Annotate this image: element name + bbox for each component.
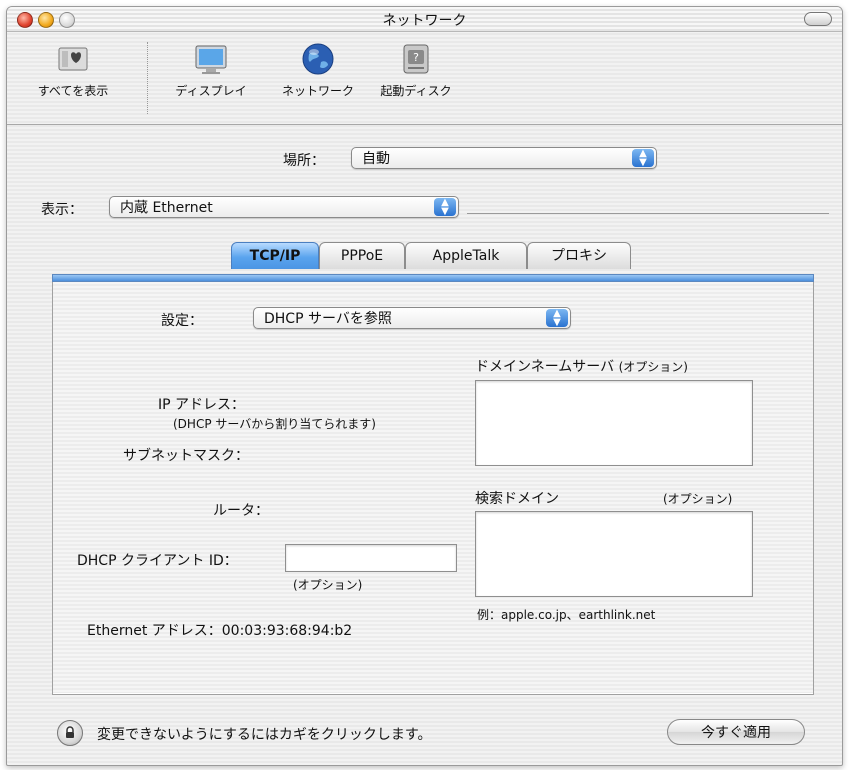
popup-arrows-icon: ▲ ▼ [434,198,456,217]
router-label: ルータ： [213,503,269,519]
toolbar-item-label: ネットワーク [281,84,354,98]
startup-disk-icon: ? [399,42,433,76]
lock-icon [66,726,74,738]
toolbar-item-network[interactable]: ネットワーク [265,42,371,99]
window-title: ネットワーク [382,13,467,29]
dns-label-text: ドメインネームサーバ [475,359,615,375]
dns-field[interactable] [475,380,753,466]
title-bar: ネットワーク [7,7,842,32]
search-domain-field[interactable] [475,511,753,597]
ethernet-address-label: Ethernet アドレス： [87,623,222,639]
show-divider [467,213,829,214]
toolbar-toggle-button[interactable] [804,12,832,26]
network-globe-icon [301,42,335,76]
toolbar-item-startup-disk[interactable]: ? 起動ディスク [371,42,461,99]
ip-address-note: (DHCP サーバから割り当てられます) [173,417,376,431]
toolbar-separator [147,42,148,114]
apply-now-button[interactable]: 今すぐ適用 [667,719,805,745]
dhcp-client-id-field[interactable] [285,544,457,572]
search-domain-label: 検索ドメイン [475,491,559,507]
show-popup[interactable]: 内蔵 Ethernet ▲ ▼ [109,196,459,218]
tab-proxy[interactable]: プロキシ [527,242,631,269]
network-preferences-window: ネットワーク すべてを表示 ディスプレイ ネットワーク ? 起動ディスク 場所：… [6,6,843,766]
ethernet-address-value: 00:03:93:68:94:b2 [221,623,353,639]
location-popup[interactable]: 自動 ▲ ▼ [351,147,657,169]
configure-popup[interactable]: DHCP サーバを参照 ▲ ▼ [253,307,571,329]
dns-label: ドメインネームサーバ (オプション) [475,356,688,376]
toolbar-item-label: すべてを表示 [37,84,109,98]
show-value: 内蔵 Ethernet [120,200,213,216]
toolbar-item-display[interactable]: ディスプレイ [155,42,267,99]
popup-arrows-icon: ▲ ▼ [632,149,654,168]
location-value: 自動 [362,151,390,167]
tcpip-panel: 設定： DHCP サーバを参照 ▲ ▼ ドメインネームサーバ (オプション) IP… [52,282,814,695]
tab-pppoe[interactable]: PPPoE [319,242,405,269]
configure-label: 設定： [161,313,203,329]
lock-button[interactable] [57,720,83,746]
tab-appletalk[interactable]: AppleTalk [405,242,527,269]
configure-value: DHCP サーバを参照 [264,311,392,327]
show-all-icon [56,42,90,76]
ip-address-label: IP アドレス： [158,397,246,413]
search-domain-example: 例：apple.co.jp、earthlink.net [477,608,656,622]
search-domain-optional: (オプション) [663,492,733,506]
svg-text:?: ? [413,51,419,64]
display-icon [194,42,228,76]
toolbar-item-label: ディスプレイ [175,84,247,98]
toolbar-item-show-all[interactable]: すべてを表示 [7,42,139,99]
tab-highlight-bar [52,274,814,282]
toolbar-item-label: 起動ディスク [380,84,452,98]
lock-instruction: 変更できないようにするにはカギをクリックします。 [97,727,432,743]
subnet-mask-label: サブネットマスク： [123,448,249,464]
location-label: 場所： [283,153,325,169]
dhcp-client-id-optional: (オプション) [293,578,363,592]
dns-optional: (オプション) [618,360,688,374]
tab-tcpip[interactable]: TCP/IP [231,242,319,269]
show-label: 表示： [41,202,83,218]
preferences-toolbar: すべてを表示 ディスプレイ ネットワーク ? 起動ディスク [7,32,842,125]
dhcp-client-id-label: DHCP クライアント ID： [77,553,238,569]
ethernet-address: Ethernet アドレス：00:03:93:68:94:b2 [87,620,352,640]
popup-arrows-icon: ▲ ▼ [546,309,568,328]
